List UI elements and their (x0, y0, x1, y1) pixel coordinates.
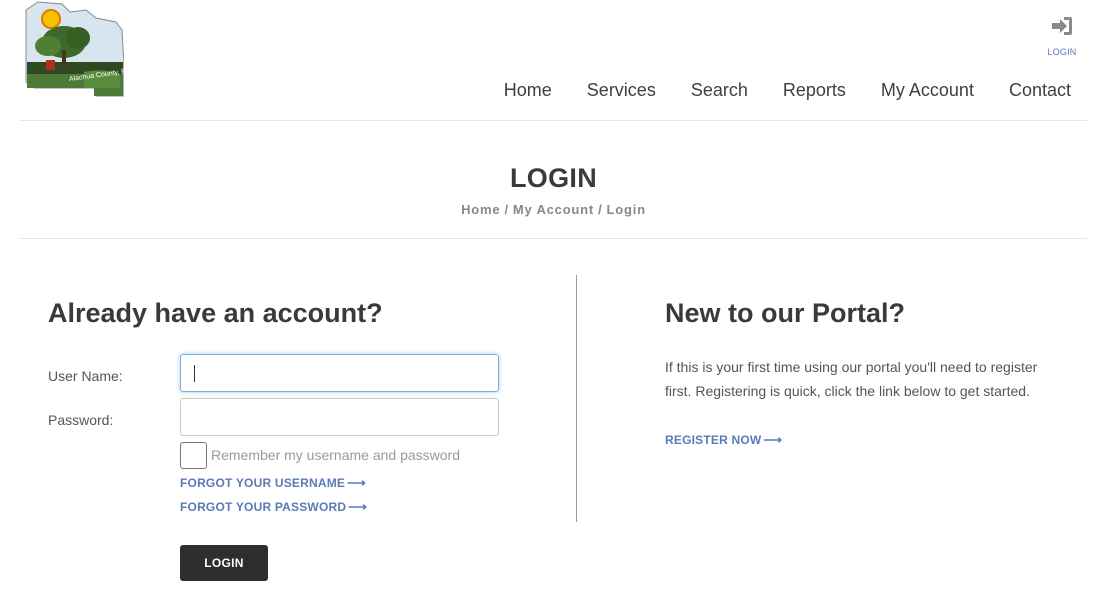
breadcrumb-current: Login (606, 202, 646, 217)
long-arrow-right-icon: ⟶ (763, 432, 783, 447)
remember-label: Remember my username and password (211, 447, 460, 463)
breadcrumb-separator: / (598, 202, 603, 217)
nav-item-services[interactable]: Services (587, 79, 656, 101)
long-arrow-right-icon: ⟶ (348, 499, 368, 514)
nav-item-reports[interactable]: Reports (783, 79, 846, 101)
header-login-link[interactable]: LOGIN (1042, 16, 1082, 57)
nav-item-contact[interactable]: Contact (1009, 79, 1071, 101)
main-nav: Home Services Search Reports My Account … (469, 79, 1071, 101)
page-title-band: LOGIN Home / My Account / Login (20, 121, 1087, 239)
forgot-username-label: FORGOT YOUR USERNAME (180, 476, 346, 490)
forgot-username-link[interactable]: FORGOT YOUR USERNAME ⟶ (180, 475, 366, 491)
breadcrumb-separator: / (504, 202, 509, 217)
breadcrumb-home[interactable]: Home (461, 202, 500, 217)
username-input[interactable] (180, 354, 499, 392)
username-label: User Name: (48, 368, 123, 384)
header-login-label: LOGIN (1047, 47, 1077, 57)
site-header: Alachua County, Florida LOGIN Home Servi… (20, 0, 1087, 121)
password-input[interactable] (180, 398, 499, 436)
login-heading: Already have an account? (48, 298, 383, 328)
remember-checkbox[interactable] (180, 442, 207, 469)
breadcrumb-my-account[interactable]: My Account (513, 202, 594, 217)
nav-item-home[interactable]: Home (504, 79, 552, 101)
sign-in-icon (1052, 17, 1072, 35)
page-title: LOGIN (510, 163, 597, 193)
nav-item-search[interactable]: Search (691, 79, 748, 101)
register-now-link[interactable]: REGISTER NOW ⟶ (665, 432, 782, 448)
login-button[interactable]: LOGIN (180, 545, 268, 581)
forgot-password-label: FORGOT YOUR PASSWORD (180, 500, 347, 514)
column-divider (576, 275, 577, 522)
long-arrow-right-icon: ⟶ (347, 475, 366, 490)
county-logo[interactable]: Alachua County, Florida (24, 0, 124, 98)
register-heading: New to our Portal? (665, 298, 906, 328)
breadcrumb: Home / My Account / Login (20, 202, 1087, 217)
forgot-password-link[interactable]: FORGOT YOUR PASSWORD ⟶ (180, 499, 367, 515)
nav-item-my-account[interactable]: My Account (881, 79, 974, 101)
text-caret (194, 365, 195, 382)
register-now-label: REGISTER NOW (665, 433, 762, 447)
password-label: Password: (48, 412, 114, 428)
register-intro: If this is your first time using our por… (665, 359, 1038, 399)
